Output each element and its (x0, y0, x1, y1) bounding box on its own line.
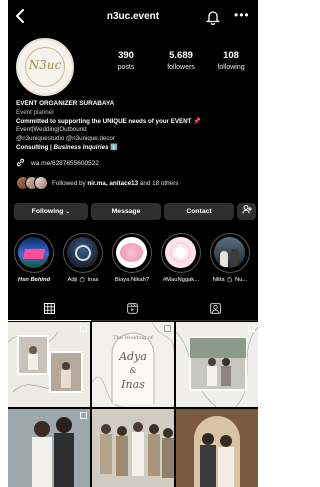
bio-line-4: Consulting | Business Inquiries ℹ️ (16, 144, 256, 153)
highlight-ring (63, 233, 103, 273)
grid-post[interactable] (176, 322, 258, 407)
highlight-label: Adji 💍 Inas (67, 277, 99, 283)
highlight-item[interactable]: #MauNggak... (159, 233, 203, 297)
followed-by-names: nir.ma, anitace13 (87, 180, 139, 187)
tab-tagged[interactable] (174, 297, 257, 321)
top-bar: n3uc.event ••• (8, 0, 258, 36)
grid-post[interactable] (8, 409, 90, 487)
profile-category: Event planner (16, 108, 55, 116)
highlight-label: #MauNggak... (162, 277, 200, 283)
profile-link[interactable]: wa.me/6287855600522 (16, 158, 99, 167)
post-thumbnail (8, 331, 83, 393)
highlight-item[interactable]: Nitta 💍 Nu... (208, 233, 252, 297)
reels-icon (127, 303, 138, 314)
following-button[interactable]: Following ⌄ (14, 203, 88, 220)
tab-posts[interactable] (8, 297, 91, 321)
contact-button[interactable]: Contact (164, 203, 234, 220)
highlight-label: Biaya Nikah? (114, 277, 150, 283)
followed-by-text: Followed by nir.ma, anitace13 and 18 oth… (52, 180, 178, 187)
grid-post[interactable] (8, 322, 90, 407)
stat-posts-label: posts (117, 64, 135, 71)
bell-icon[interactable] (205, 9, 221, 26)
post-card-title: The Wedding of (113, 335, 153, 341)
post-thumbnail (92, 409, 174, 487)
followed-by-prefix: Followed by (52, 180, 86, 187)
grid-icon (44, 303, 55, 314)
chevron-down-icon: ⌄ (65, 209, 71, 215)
post-thumbnail (176, 326, 258, 407)
post-thumbnail (8, 409, 90, 487)
bio-line-2: Event|Wedding|Outbound (16, 126, 87, 134)
avatar-monogram: N3uc (28, 58, 62, 72)
more-horizontal-icon[interactable]: ••• (234, 8, 250, 22)
post-card-name-1: Adya (119, 350, 147, 363)
stat-following-label: following (217, 64, 245, 71)
highlight-cover (18, 237, 49, 268)
highlight-label: Nitta 💍 Nu... (212, 277, 248, 283)
highlight-label: Hsn Behind (17, 277, 51, 283)
add-person-icon (241, 205, 252, 215)
instagram-profile-screen: n3uc.event ••• N3uc 390 posts 5.689 foll… (8, 0, 258, 487)
post-card-name-2: Inas (121, 378, 145, 391)
message-button-label: Message (111, 208, 141, 215)
following-button-label: Following (31, 208, 64, 215)
followed-by[interactable]: Followed by nir.ma, anitace13 and 18 oth… (16, 176, 256, 192)
post-thumbnail (176, 409, 258, 487)
highlight-item[interactable]: Adji 💍 Inas (61, 233, 105, 297)
bio-line-4-prefix: Consulting | (16, 143, 52, 151)
highlight-ring (161, 233, 201, 273)
profile-name: EVENT ORGANIZER SURABAYA (16, 100, 115, 107)
bio-line-4-bold: Business Inquiries (53, 143, 109, 151)
highlight-item[interactable]: Hsn Behind (12, 233, 56, 297)
highlight-cover (116, 237, 147, 268)
link-icon (16, 158, 25, 167)
highlight-cover (67, 237, 98, 268)
grid-post[interactable] (92, 409, 174, 487)
profile-tabs (8, 297, 258, 321)
highlight-cover (165, 237, 196, 268)
carousel-icon (164, 325, 171, 332)
profile-bio: EVENT ORGANIZER SURABAYA Event planner C… (16, 100, 256, 153)
tab-reels[interactable] (91, 297, 174, 321)
stat-following-value: 108 (223, 50, 239, 61)
highlight-ring (14, 233, 54, 273)
bio-line-1: Committed to supporting the UNIQUE needs… (16, 117, 201, 125)
stat-posts-value: 390 (118, 50, 134, 61)
contact-button-label: Contact (186, 208, 212, 215)
followed-by-suffix: and 18 others (139, 180, 179, 187)
bio-line-3[interactable]: @n3uniquestudio @n3unique.decor (16, 135, 256, 144)
avatar[interactable]: N3uc (16, 38, 74, 96)
highlight-cover (214, 237, 245, 268)
highlight-ring (210, 233, 250, 273)
grid-post[interactable]: The Wedding of Adya & Inas (92, 322, 174, 407)
grid-post[interactable] (176, 409, 258, 487)
tagged-icon (210, 303, 221, 314)
profile-link-text[interactable]: wa.me/6287855600522 (31, 160, 99, 167)
stat-following[interactable]: 108 following (201, 50, 258, 71)
profile-username: n3uc.event (106, 11, 160, 22)
carousel-icon (248, 325, 255, 332)
add-person-button[interactable] (237, 203, 256, 220)
bio-line-4-emoji: ℹ️ (110, 143, 118, 151)
carousel-icon (80, 325, 87, 332)
highlight-item[interactable]: Biaya Nikah? (110, 233, 154, 297)
avatar (34, 176, 48, 190)
message-button[interactable]: Message (91, 203, 161, 220)
carousel-icon (80, 412, 87, 419)
highlight-ring (112, 233, 152, 273)
post-card-amp: & (129, 366, 137, 375)
stat-posts[interactable]: 390 posts (96, 50, 156, 71)
